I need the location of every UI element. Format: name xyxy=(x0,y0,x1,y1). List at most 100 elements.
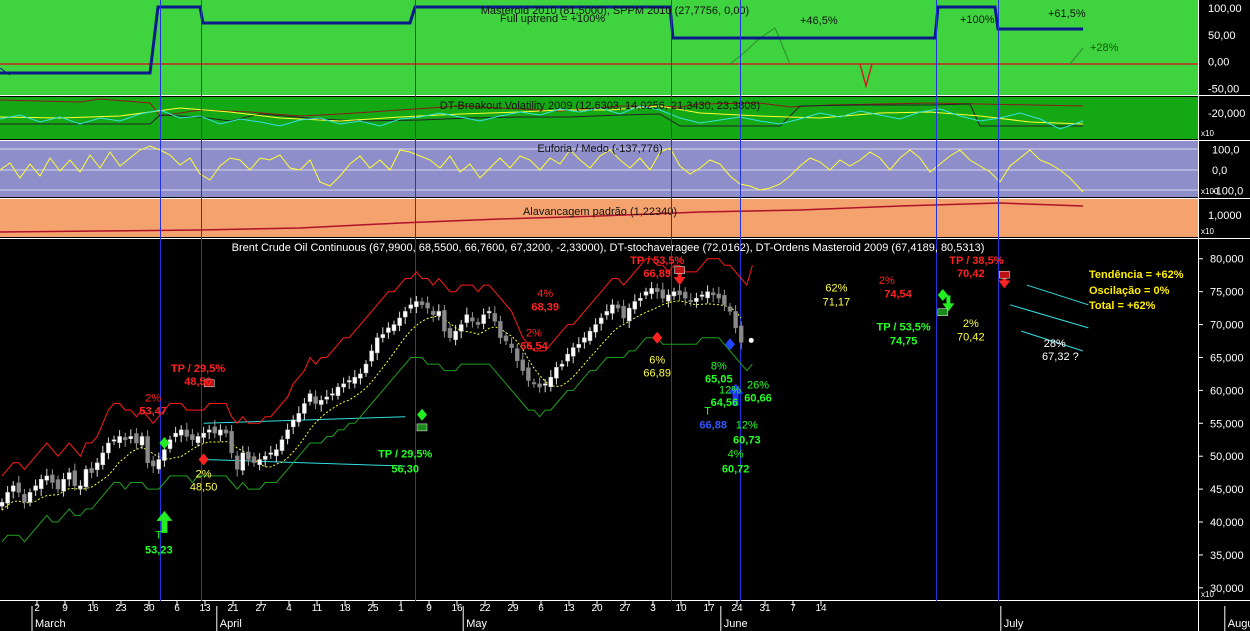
annotation-label: 28% xyxy=(1044,338,1066,350)
candle-down xyxy=(184,429,190,437)
candle-up xyxy=(374,337,380,354)
candle-down xyxy=(442,310,447,332)
candle-down xyxy=(660,289,666,299)
candle-down xyxy=(229,430,234,454)
candle-down xyxy=(526,367,531,381)
date-tick-label: 2 xyxy=(34,603,40,614)
candle-down xyxy=(537,383,542,388)
candle-up xyxy=(302,403,307,414)
annotation-label: 74,75 xyxy=(890,335,918,347)
candle-down xyxy=(738,325,744,343)
candle-down xyxy=(503,335,509,342)
candle-up xyxy=(201,432,206,438)
annotation-label: 62% xyxy=(825,283,847,295)
date-tick-label: 16 xyxy=(87,603,99,614)
price-tick-label: 50,000 xyxy=(1210,451,1244,463)
candle-up xyxy=(100,452,106,466)
candle-up xyxy=(33,485,38,491)
candle-down xyxy=(150,460,156,467)
candle-down xyxy=(514,348,520,362)
candle-up xyxy=(598,317,604,324)
main-panel xyxy=(0,239,1198,601)
candle-up xyxy=(296,413,302,423)
masteroid-tick-label: 100,00 xyxy=(1208,3,1242,15)
date-tick-label: 17 xyxy=(703,603,715,614)
candle-up xyxy=(268,452,274,455)
candle-down xyxy=(470,317,475,322)
candle-down xyxy=(246,451,251,460)
candle-up xyxy=(649,288,654,294)
candle-up xyxy=(139,436,145,446)
date-tick-label: 13 xyxy=(199,603,211,614)
main-scale: x10 xyxy=(1201,590,1214,599)
annotation-label: TP / 29,5% xyxy=(378,449,432,461)
date-tick-label: 4 xyxy=(286,603,292,614)
candle-up xyxy=(346,380,352,383)
candle-up xyxy=(626,307,632,322)
date-tick-label: 31 xyxy=(759,603,771,614)
candle-up xyxy=(666,294,671,302)
euforia-tick-label: 0,0 xyxy=(1212,165,1227,177)
candle-down xyxy=(190,434,195,440)
price-tick-label: 30,000 xyxy=(1210,583,1244,595)
candle-down xyxy=(419,301,425,306)
candle-down xyxy=(682,291,688,299)
date-tick-label: 6 xyxy=(538,603,544,614)
annotation-label: 12% xyxy=(736,420,758,432)
masteroid-tick-label: 0,00 xyxy=(1208,57,1229,69)
candle-down xyxy=(223,429,229,434)
date-tick-label: 23 xyxy=(115,603,127,614)
annotation-label: 68,39 xyxy=(531,302,559,314)
date-tick-label: 9 xyxy=(62,603,68,614)
candle-up xyxy=(167,439,173,449)
candle-up xyxy=(671,291,677,297)
order-tag xyxy=(937,308,949,316)
candle-up xyxy=(27,492,33,503)
price-tick-label: 60,000 xyxy=(1210,385,1244,397)
candle-up xyxy=(565,353,570,362)
candle-down xyxy=(498,321,503,338)
annotation-label: 26% xyxy=(747,379,769,391)
price-tick-label: 40,000 xyxy=(1210,517,1244,529)
candle-down xyxy=(733,311,738,329)
annotation-label: 2% xyxy=(963,318,979,330)
candle-up xyxy=(38,478,44,490)
alavancagem-panel xyxy=(0,199,1198,237)
order-tag xyxy=(674,266,685,274)
last-close-marker xyxy=(748,337,754,343)
date-tick-label: 11 xyxy=(312,603,323,614)
candle-up xyxy=(44,475,50,481)
breakout-title: DT-Breakout Volatility 2009 (12,6303, 14… xyxy=(440,100,760,112)
candle-up xyxy=(414,301,419,308)
candle-up xyxy=(464,314,470,323)
date-tick-label: 10 xyxy=(675,603,687,614)
alavancagem-tick: 1,0000 xyxy=(1208,210,1242,222)
date-tick-label: 14 xyxy=(815,603,827,614)
candle-up xyxy=(587,330,593,341)
masteroid-label-2: +100% xyxy=(960,14,995,26)
annotation-label: 64,56 xyxy=(711,397,739,409)
candle-up xyxy=(162,449,167,461)
candle-down xyxy=(89,468,94,473)
candle-up xyxy=(61,478,66,492)
candle-up xyxy=(643,291,649,296)
candle-up xyxy=(94,462,100,470)
annotation-label: 8% xyxy=(711,360,727,372)
candle-up xyxy=(117,436,122,443)
annotation-label: T xyxy=(704,406,711,418)
candle-up xyxy=(195,436,201,443)
date-tick-label: 18 xyxy=(339,603,351,614)
candle-up xyxy=(604,311,610,316)
date-tick-label: 7 xyxy=(790,603,796,614)
candle-up xyxy=(593,324,598,333)
date-tick-label: 3 xyxy=(650,603,656,614)
candle-up xyxy=(178,429,184,436)
annotation-label: 53,47 xyxy=(139,406,167,418)
masteroid-label-3: +61,5% xyxy=(1048,8,1086,20)
candle-up xyxy=(486,311,492,314)
candle-down xyxy=(55,479,61,490)
candle-up xyxy=(705,291,710,299)
price-tick-label: 80,000 xyxy=(1210,254,1244,266)
breakout-tick: -20,000 xyxy=(1208,108,1245,120)
candle-up xyxy=(318,400,324,405)
